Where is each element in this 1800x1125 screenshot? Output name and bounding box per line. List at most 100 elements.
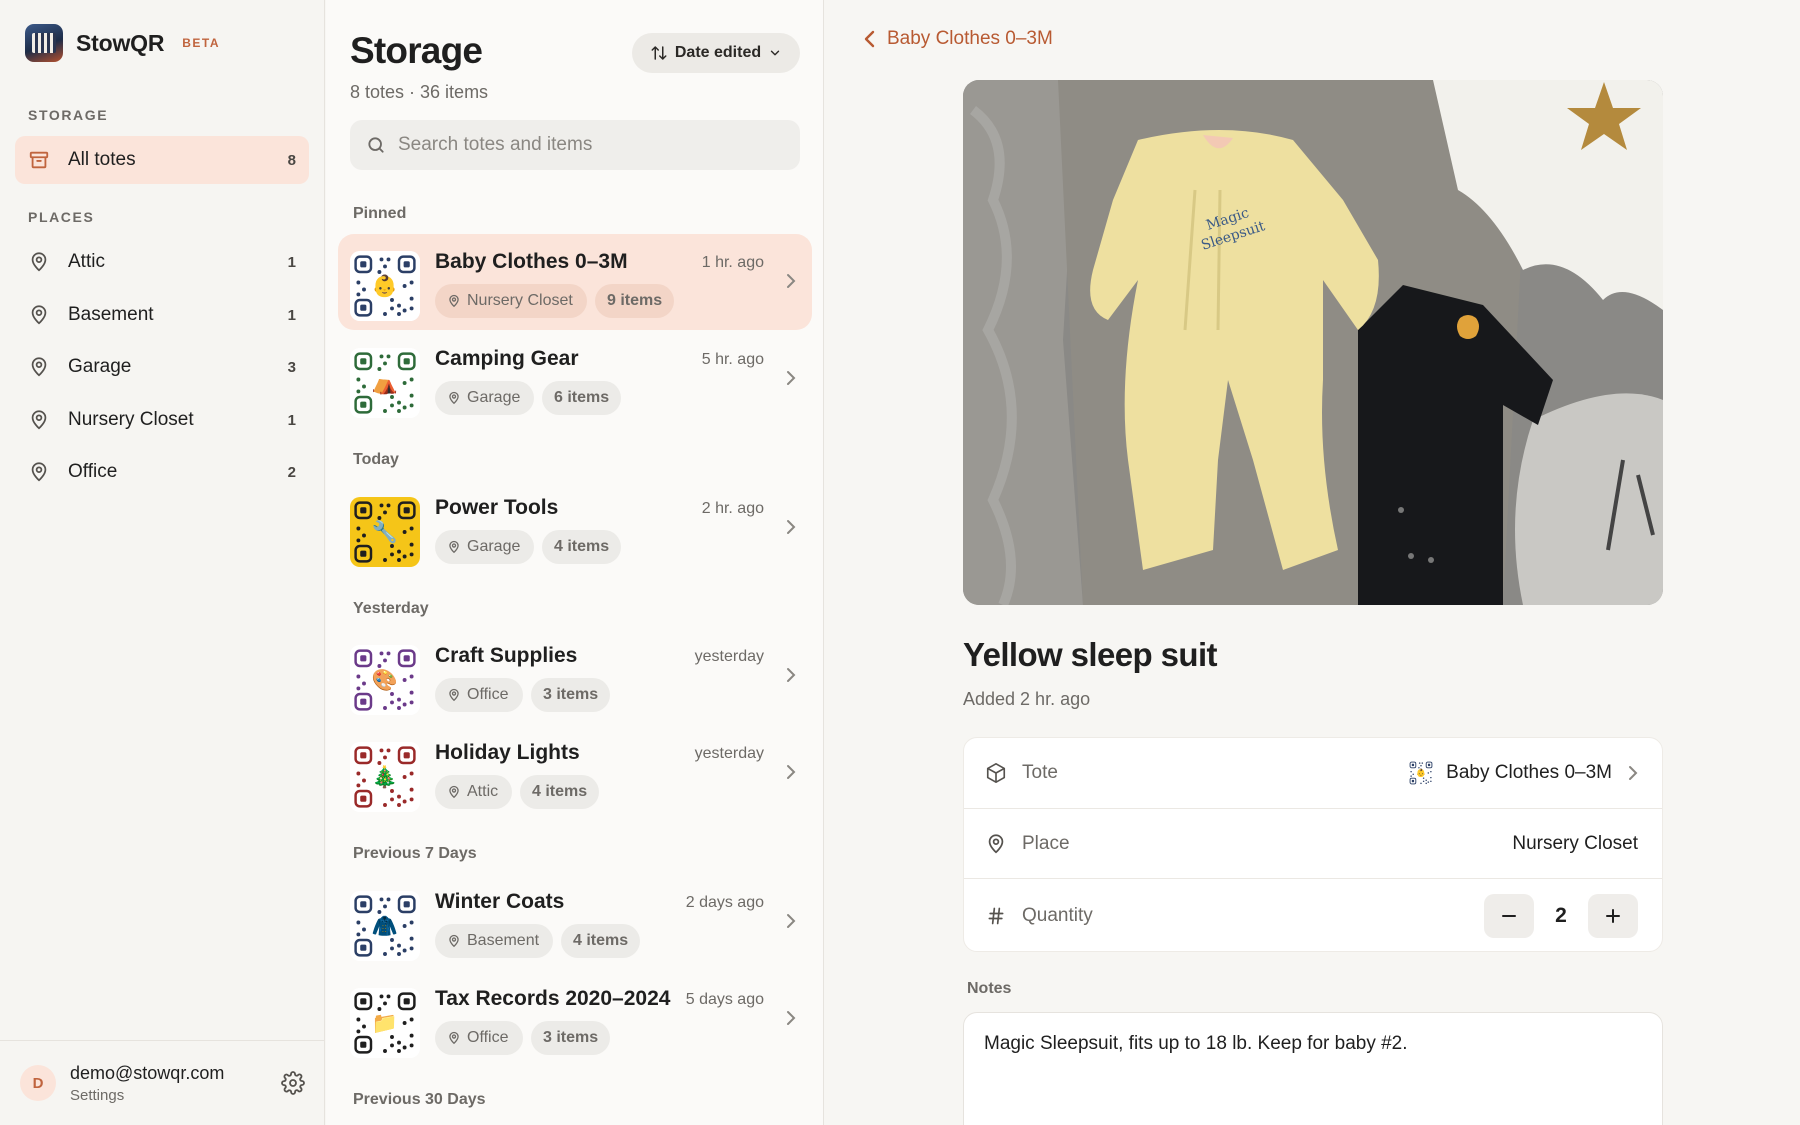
quantity-value: 2 [1555, 904, 1567, 927]
tote-row[interactable]: 🎨 Craft Supplies yesterday Office 3 items [338, 628, 812, 724]
map-pin-icon [449, 1031, 459, 1045]
quantity-property-row: Quantity 2 [964, 878, 1662, 953]
user-info[interactable]: demo@stowqr.com Settings [70, 1063, 281, 1104]
svg-text:👶: 👶 [372, 273, 398, 298]
chevron-left-icon [864, 30, 875, 48]
archive-box-icon [28, 149, 50, 171]
tote-qr-thumbnail: 📁 [350, 988, 420, 1058]
tote-qr-thumbnail: 👶 [350, 251, 420, 321]
sidebar-item-label: All totes [68, 149, 136, 170]
avatar[interactable]: D [20, 1065, 56, 1101]
sidebar-item-garage[interactable]: Garage 3 [15, 343, 309, 391]
back-link-label: Baby Clothes 0–3M [887, 28, 1053, 49]
svg-text:🧥: 🧥 [372, 915, 398, 938]
tote-item-count: 3 items [531, 1021, 611, 1055]
tote-name: Tax Records 2020–2024 [435, 987, 671, 1010]
sidebar-item-basement[interactable]: Basement 1 [15, 291, 309, 339]
tote-place-chip: Garage [435, 530, 535, 564]
tote-edited-time: 5 days ago [685, 991, 764, 1008]
tote-row[interactable]: ⛺ Camping Gear 5 hr. ago Garage 6 items [338, 331, 812, 427]
tote-edited-time: 2 days ago [685, 894, 764, 911]
search-icon [368, 137, 384, 153]
tote-name: Craft Supplies [435, 644, 578, 667]
tote-edited-time: yesterday [694, 648, 764, 665]
tote-row[interactable]: 📁 Tax Records 2020–2024 5 days ago Office 3 … [338, 971, 812, 1067]
sidebar-item-all-totes[interactable]: All totes 8 [15, 136, 309, 184]
sidebar-item-label: Garage [68, 356, 132, 377]
sidebar-item-attic[interactable]: Attic 1 [15, 238, 309, 286]
brand[interactable]: StowQR BETA [25, 24, 220, 62]
search-input[interactable] [398, 134, 784, 156]
group-label-yesterday: Yesterday [353, 600, 429, 617]
map-pin-icon [449, 540, 459, 554]
tote-row[interactable]: 👶 Baby Clothes 0–3M 1 hr. ago Nursery Close… [338, 234, 812, 330]
sort-dropdown[interactable]: Date edited [632, 33, 800, 73]
map-pin-icon [449, 294, 459, 308]
tote-place: Garage [467, 538, 521, 555]
tote-item-count: 3 items [531, 678, 611, 712]
map-pin-icon [28, 304, 50, 326]
quantity-stepper: 2 [1484, 894, 1638, 938]
map-pin-icon [449, 934, 459, 948]
tote-name: Power Tools [435, 496, 559, 519]
group-label-pinned: Pinned [353, 205, 407, 222]
gear-icon[interactable] [281, 1071, 305, 1095]
places-section-label: PLACES [28, 209, 95, 225]
group-label-today: Today [353, 451, 399, 468]
back-link[interactable]: Baby Clothes 0–3M [863, 28, 1053, 50]
tote-name: Winter Coats [435, 890, 565, 913]
tote-value: Baby Clothes 0–3M [1446, 762, 1612, 783]
map-pin-icon [28, 409, 50, 431]
sidebar-item-label: Attic [68, 251, 105, 272]
sidebar: StowQR BETA STORAGE All totes 8 PLACES A… [0, 0, 325, 1125]
place-label: Place [1022, 832, 1070, 854]
tote-item-count: 4 items [561, 924, 641, 958]
item-detail-panel: Baby Clothes 0–3M Magic Sleepsuit Yellow… [825, 0, 1800, 1125]
tote-item-count: 9 items [595, 284, 675, 318]
settings-link[interactable]: Settings [70, 1087, 281, 1104]
chevron-right-icon [787, 520, 796, 534]
item-photo[interactable]: Magic Sleepsuit [963, 80, 1663, 605]
tote-row[interactable]: 🎄 Holiday Lights yesterday Attic 4 items [338, 725, 812, 821]
chevron-right-icon [1629, 766, 1638, 780]
tote-edited-time: yesterday [694, 745, 764, 762]
tote-edited-time: 1 hr. ago [701, 254, 764, 271]
app-logo [25, 24, 63, 62]
tote-property-row[interactable]: Tote 👶 Baby Clothes 0–3M [964, 738, 1662, 808]
chevron-right-icon [787, 1011, 796, 1025]
tote-row[interactable]: 🧥 Winter Coats 2 days ago Basement 4 items [338, 874, 812, 970]
sidebar-item-count: 1 [287, 253, 296, 271]
tote-qr-thumbnail: 🧥 [350, 891, 420, 961]
tote-name: Holiday Lights [435, 741, 580, 764]
tote-item-count: 6 items [542, 381, 622, 415]
sidebar-item-count: 8 [287, 151, 296, 169]
tote-place: Nursery Closet [467, 292, 573, 309]
search-bar[interactable] [350, 120, 800, 170]
chevron-right-icon [787, 668, 796, 682]
svg-text:🔧: 🔧 [372, 519, 398, 544]
tote-edited-time: 5 hr. ago [701, 351, 764, 368]
svg-text:🎨: 🎨 [372, 667, 398, 692]
decrement-button[interactable] [1484, 894, 1534, 938]
brand-name: StowQR [76, 29, 165, 56]
sort-label: Date edited [674, 44, 762, 61]
chevron-right-icon [787, 765, 796, 779]
tote-item-count: 4 items [542, 530, 622, 564]
svg-text:📁: 📁 [372, 1012, 398, 1035]
tote-row[interactable]: 🔧 Power Tools 2 hr. ago Garage 4 items [338, 480, 812, 576]
notes-field[interactable]: Magic Sleepsuit, fits up to 18 lb. Keep … [963, 1012, 1663, 1125]
svg-text:👶: 👶 [1416, 768, 1426, 778]
tote-place: Attic [467, 783, 499, 800]
sidebar-item-count: 3 [287, 358, 296, 376]
sidebar-item-nursery-closet[interactable]: Nursery Closet 1 [15, 396, 309, 444]
chevron-right-icon [787, 371, 796, 385]
hash-icon [984, 904, 1008, 928]
sidebar-item-office[interactable]: Office 2 [15, 448, 309, 496]
sidebar-item-count: 2 [287, 463, 296, 481]
tote-place: Office [467, 1029, 509, 1046]
map-pin-icon [28, 356, 50, 378]
page-title: Storage [350, 30, 483, 71]
tote-qr-thumbnail: 🎨 [350, 645, 420, 715]
tote-place-chip: Basement [435, 924, 554, 958]
increment-button[interactable] [1588, 894, 1638, 938]
